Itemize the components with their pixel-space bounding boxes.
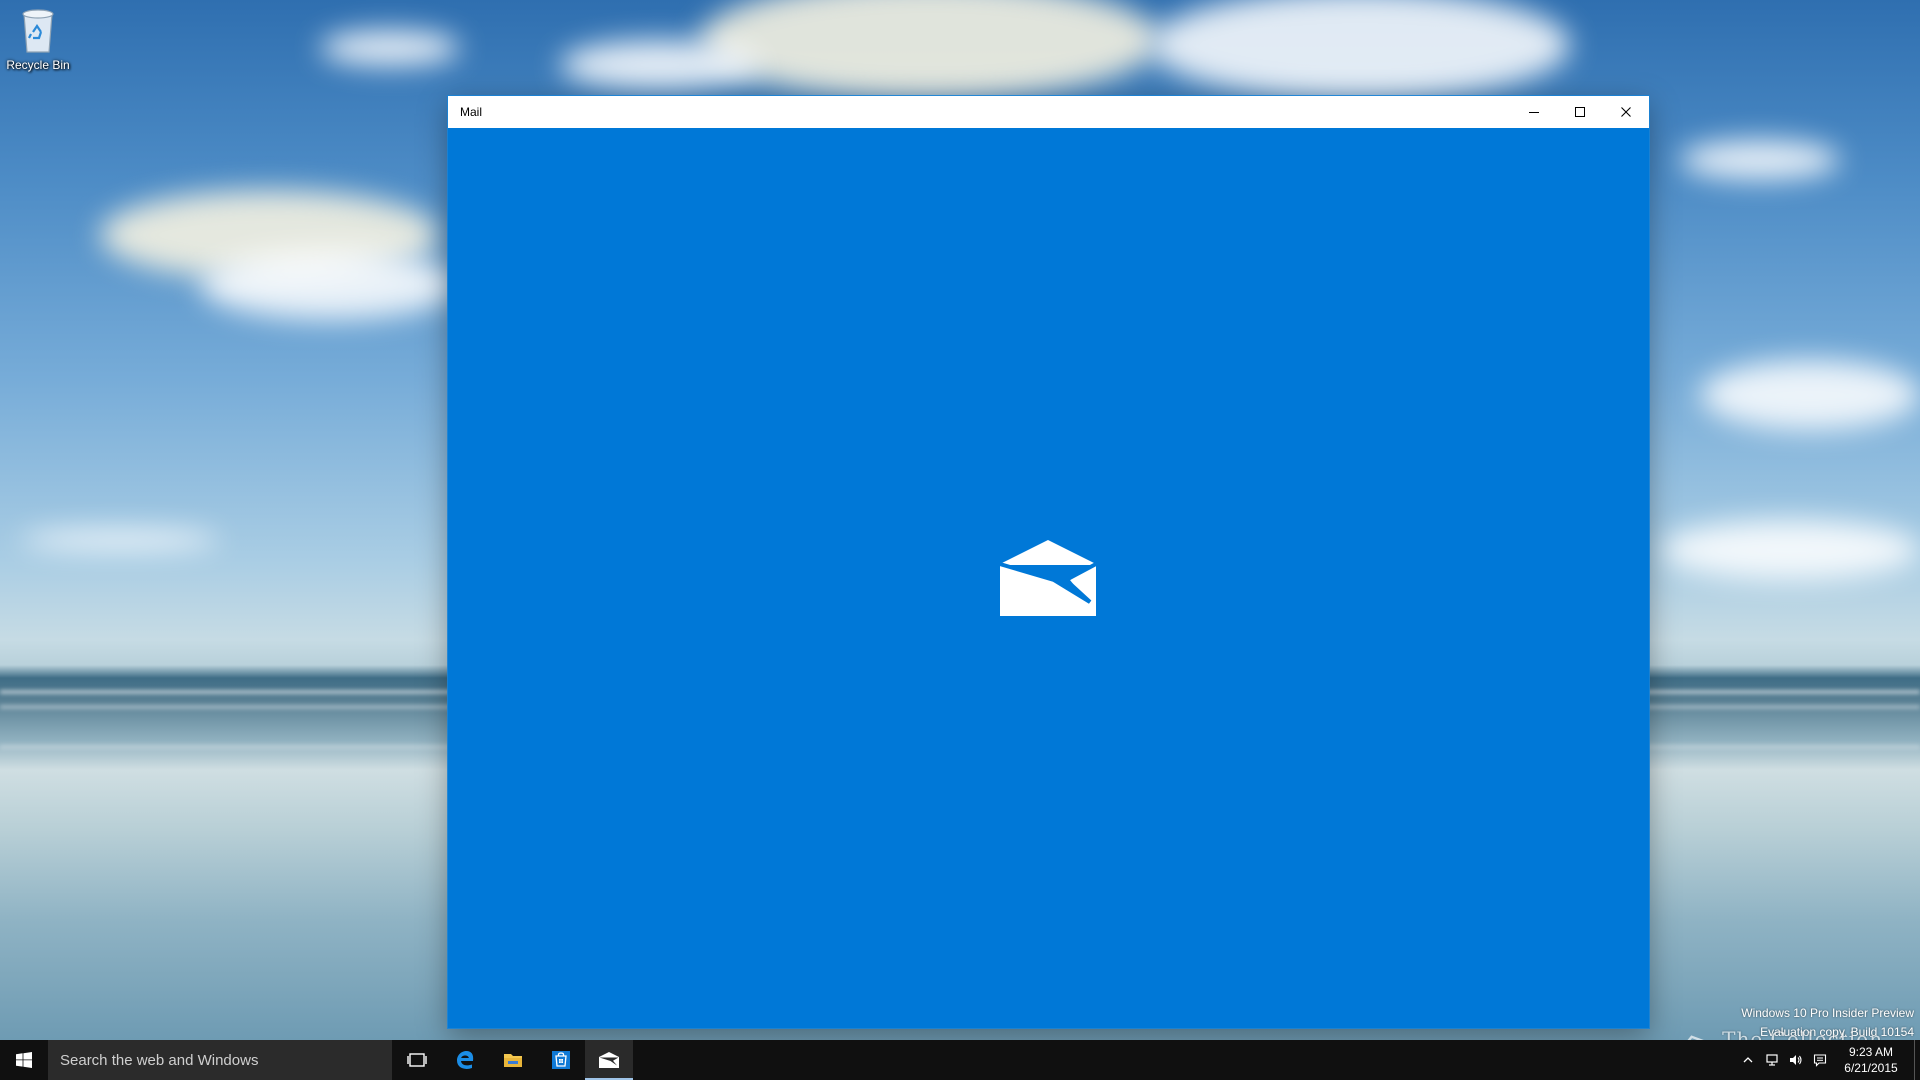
start-button[interactable] bbox=[0, 1040, 48, 1080]
taskbar-clock[interactable]: 9:23 AM 6/21/2015 bbox=[1832, 1044, 1910, 1076]
recycle-bin-icon bbox=[22, 9, 54, 53]
clock-time: 9:23 AM bbox=[1848, 1045, 1894, 1059]
network-icon bbox=[1766, 1054, 1778, 1066]
maximize-icon bbox=[1575, 107, 1585, 117]
task-view-icon bbox=[407, 1053, 427, 1067]
edge-icon bbox=[457, 1051, 474, 1069]
network-button[interactable] bbox=[1760, 1040, 1784, 1080]
mail-taskbar-button[interactable] bbox=[585, 1040, 633, 1080]
windows-logo-icon bbox=[16, 1052, 32, 1068]
notification-icon bbox=[1813, 1054, 1827, 1067]
watermark-line-1: Windows 10 Pro Insider Preview bbox=[1741, 1006, 1914, 1020]
maximize-button[interactable] bbox=[1557, 96, 1603, 128]
search-placeholder: Search the web and Windows bbox=[60, 1051, 259, 1069]
store-icon bbox=[552, 1051, 570, 1069]
action-center-button[interactable] bbox=[1808, 1040, 1832, 1080]
mail-icon bbox=[599, 1052, 619, 1068]
edge-button[interactable] bbox=[441, 1040, 489, 1080]
minimize-icon bbox=[1529, 112, 1539, 113]
close-icon bbox=[1621, 107, 1631, 117]
speaker-icon bbox=[1790, 1055, 1802, 1065]
desktop-icon-recycle-bin[interactable]: Recycle Bin bbox=[4, 6, 72, 76]
volume-button[interactable] bbox=[1784, 1040, 1808, 1080]
close-button[interactable] bbox=[1603, 96, 1649, 128]
minimize-button[interactable] bbox=[1511, 96, 1557, 128]
show-hidden-icons-button[interactable] bbox=[1736, 1040, 1760, 1080]
mail-window: Mail bbox=[448, 96, 1649, 1028]
system-tray: 9:23 AM 6/21/2015 bbox=[1736, 1040, 1920, 1080]
file-explorer-button[interactable] bbox=[489, 1040, 537, 1080]
taskbar: Search the web and Windows 9:23 AM 6/21/… bbox=[0, 1040, 1920, 1080]
folder-icon bbox=[504, 1054, 522, 1067]
window-titlebar[interactable]: Mail bbox=[448, 96, 1649, 128]
task-view-button[interactable] bbox=[393, 1040, 441, 1080]
mail-splash-screen bbox=[448, 128, 1649, 1028]
chevron-up-icon bbox=[1743, 1057, 1753, 1063]
show-desktop-button[interactable] bbox=[1914, 1040, 1920, 1080]
clock-date: 6/21/2015 bbox=[1844, 1061, 1898, 1075]
taskbar-search-box[interactable]: Search the web and Windows bbox=[48, 1040, 392, 1080]
window-title: Mail bbox=[460, 105, 483, 119]
mail-envelope-icon bbox=[1000, 540, 1096, 616]
window-controls bbox=[1511, 96, 1649, 128]
store-button[interactable] bbox=[537, 1040, 585, 1080]
recycle-bin-label: Recycle Bin bbox=[6, 58, 70, 72]
